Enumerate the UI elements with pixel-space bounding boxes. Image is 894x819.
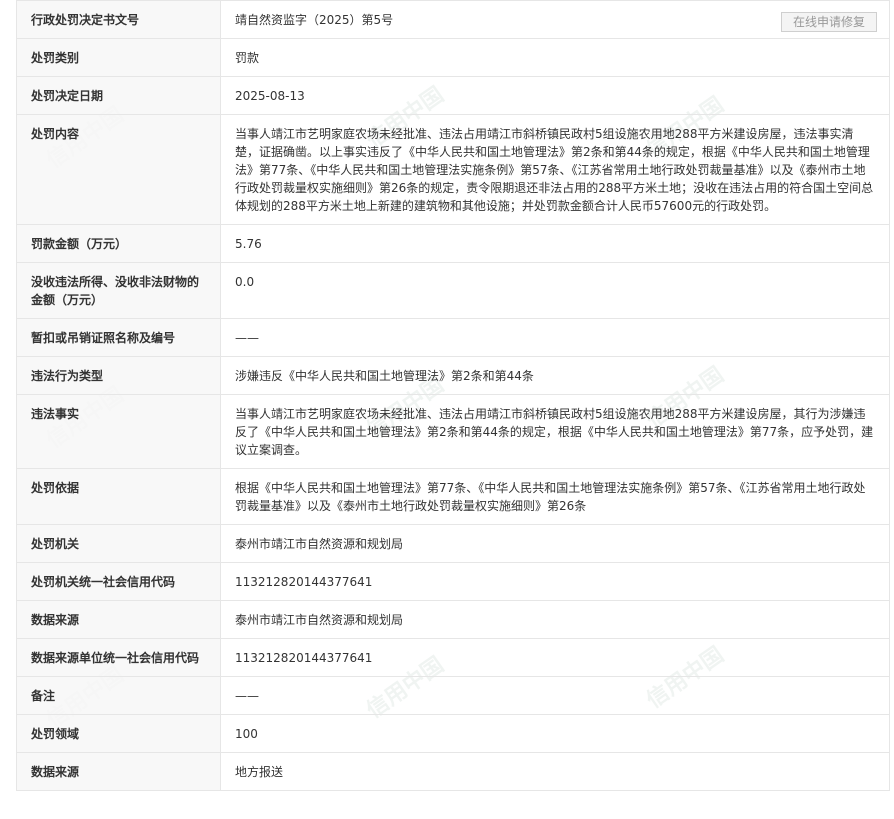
table-row: 违法行为类型 涉嫌违反《中华人民共和国土地管理法》第2条和第44条	[16, 356, 890, 395]
row-label: 数据来源	[16, 600, 221, 639]
row-label: 处罚机关	[16, 524, 221, 563]
row-value: 当事人靖江市艺明家庭农场未经批准、违法占用靖江市斜桥镇民政村5组设施农用地288…	[220, 394, 890, 469]
penalty-detail-table: 行政处罚决定书文号 靖自然资监字（2025）第5号 在线申请修复 处罚类别 罚款…	[16, 0, 890, 791]
row-label: 处罚依据	[16, 468, 221, 525]
row-value: 泰州市靖江市自然资源和规划局	[220, 600, 890, 639]
decision-number: 靖自然资监字（2025）第5号	[235, 13, 394, 27]
row-label: 没收违法所得、没收非法财物的金额（万元）	[16, 262, 221, 319]
table-row: 暂扣或吊销证照名称及编号 ——	[16, 318, 890, 357]
row-label: 罚款金额（万元）	[16, 224, 221, 263]
row-value: 113212820144377641	[220, 562, 890, 601]
row-value: 涉嫌违反《中华人民共和国土地管理法》第2条和第44条	[220, 356, 890, 395]
table-row: 备注 ——	[16, 676, 890, 715]
row-value: 罚款	[220, 38, 890, 77]
table-row: 处罚机关统一社会信用代码 113212820144377641	[16, 562, 890, 601]
table-row: 数据来源 泰州市靖江市自然资源和规划局	[16, 600, 890, 639]
row-value: 当事人靖江市艺明家庭农场未经批准、违法占用靖江市斜桥镇民政村5组设施农用地288…	[220, 114, 890, 225]
row-label: 备注	[16, 676, 221, 715]
row-value: 泰州市靖江市自然资源和规划局	[220, 524, 890, 563]
row-label: 违法行为类型	[16, 356, 221, 395]
row-label: 处罚机关统一社会信用代码	[16, 562, 221, 601]
row-value: 100	[220, 714, 890, 753]
row-label: 暂扣或吊销证照名称及编号	[16, 318, 221, 357]
table-row: 违法事实 当事人靖江市艺明家庭农场未经批准、违法占用靖江市斜桥镇民政村5组设施农…	[16, 394, 890, 469]
table-row: 没收违法所得、没收非法财物的金额（万元） 0.0	[16, 262, 890, 319]
row-value: 113212820144377641	[220, 638, 890, 677]
table-row: 处罚决定日期 2025-08-13	[16, 76, 890, 115]
table-row: 行政处罚决定书文号 靖自然资监字（2025）第5号 在线申请修复	[16, 0, 890, 39]
table-row: 数据来源 地方报送	[16, 752, 890, 791]
row-value: ——	[220, 676, 890, 715]
row-label: 处罚类别	[16, 38, 221, 77]
row-label: 数据来源单位统一社会信用代码	[16, 638, 221, 677]
row-label: 违法事实	[16, 394, 221, 469]
row-value: 2025-08-13	[220, 76, 890, 115]
row-label: 行政处罚决定书文号	[16, 0, 221, 39]
table-row: 罚款金额（万元） 5.76	[16, 224, 890, 263]
row-label: 处罚内容	[16, 114, 221, 225]
table-row: 处罚依据 根据《中华人民共和国土地管理法》第77条、《中华人民共和国土地管理法实…	[16, 468, 890, 525]
row-value: 根据《中华人民共和国土地管理法》第77条、《中华人民共和国土地管理法实施条例》第…	[220, 468, 890, 525]
row-label: 处罚领域	[16, 714, 221, 753]
row-value: 地方报送	[220, 752, 890, 791]
table-row: 数据来源单位统一社会信用代码 113212820144377641	[16, 638, 890, 677]
online-repair-button[interactable]: 在线申请修复	[781, 12, 877, 32]
table-row: 处罚类别 罚款	[16, 38, 890, 77]
row-label: 数据来源	[16, 752, 221, 791]
row-value: ——	[220, 318, 890, 357]
table-row: 处罚机关 泰州市靖江市自然资源和规划局	[16, 524, 890, 563]
table-row: 处罚内容 当事人靖江市艺明家庭农场未经批准、违法占用靖江市斜桥镇民政村5组设施农…	[16, 114, 890, 225]
row-label: 处罚决定日期	[16, 76, 221, 115]
row-value: 5.76	[220, 224, 890, 263]
row-value: 靖自然资监字（2025）第5号 在线申请修复	[220, 0, 890, 39]
row-value: 0.0	[220, 262, 890, 319]
table-row: 处罚领域 100	[16, 714, 890, 753]
